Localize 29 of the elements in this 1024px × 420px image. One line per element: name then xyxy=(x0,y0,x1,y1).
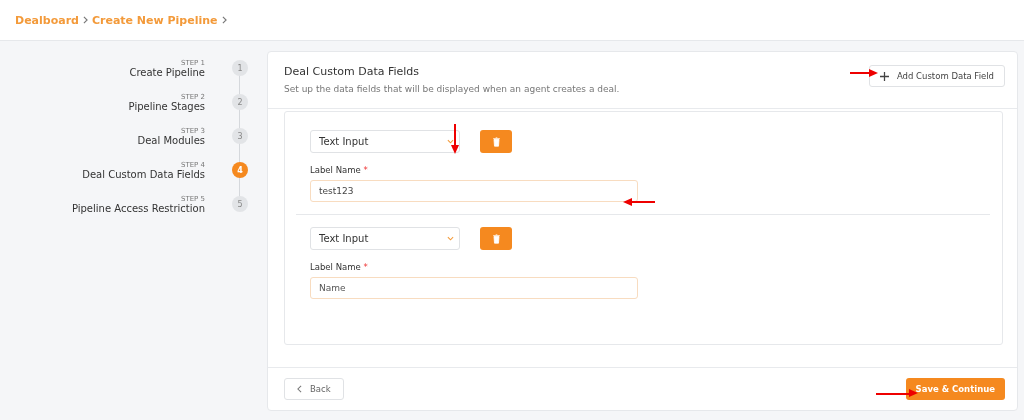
back-button[interactable]: Back xyxy=(284,378,344,400)
card-title: Deal Custom Data Fields xyxy=(284,65,421,78)
label-name-input[interactable]: Name xyxy=(310,277,638,299)
field-label: Label Name * xyxy=(310,165,369,175)
type-dropdown[interactable]: Text Input xyxy=(310,130,460,153)
step-title[interactable]: Deal Custom Data Fields xyxy=(82,168,205,180)
annotation-arrow xyxy=(623,198,655,206)
label-name-input[interactable]: test123 xyxy=(310,180,638,202)
annotation-arrow xyxy=(451,124,459,154)
delete-button[interactable] xyxy=(480,227,512,250)
chevron-down-icon xyxy=(447,236,454,241)
trash-icon xyxy=(491,136,501,147)
chevron-left-icon xyxy=(297,385,302,393)
add-custom-data-field-button[interactable]: Add Custom Data Field xyxy=(868,65,1005,87)
step-title[interactable]: Deal Modules xyxy=(137,134,205,146)
step-title[interactable]: Pipeline Access Restriction xyxy=(71,202,205,214)
step-title[interactable]: Create Pipeline xyxy=(129,66,205,78)
step-title[interactable]: Pipeline Stages xyxy=(128,100,205,112)
type-dropdown[interactable]: Text Input xyxy=(310,227,460,250)
card-subtitle: Set up the data fields that will be displayed when an agent creates a deal. xyxy=(284,84,620,94)
chevron-down-icon xyxy=(447,139,454,144)
field-label: Label Name * xyxy=(310,262,369,272)
plus-icon xyxy=(879,71,889,81)
annotation-arrow xyxy=(850,69,878,77)
chevron-right-icon xyxy=(82,16,88,24)
trash-icon xyxy=(491,233,501,244)
annotation-arrow xyxy=(876,389,918,397)
delete-button[interactable] xyxy=(480,130,512,153)
chevron-right-icon xyxy=(221,16,227,24)
